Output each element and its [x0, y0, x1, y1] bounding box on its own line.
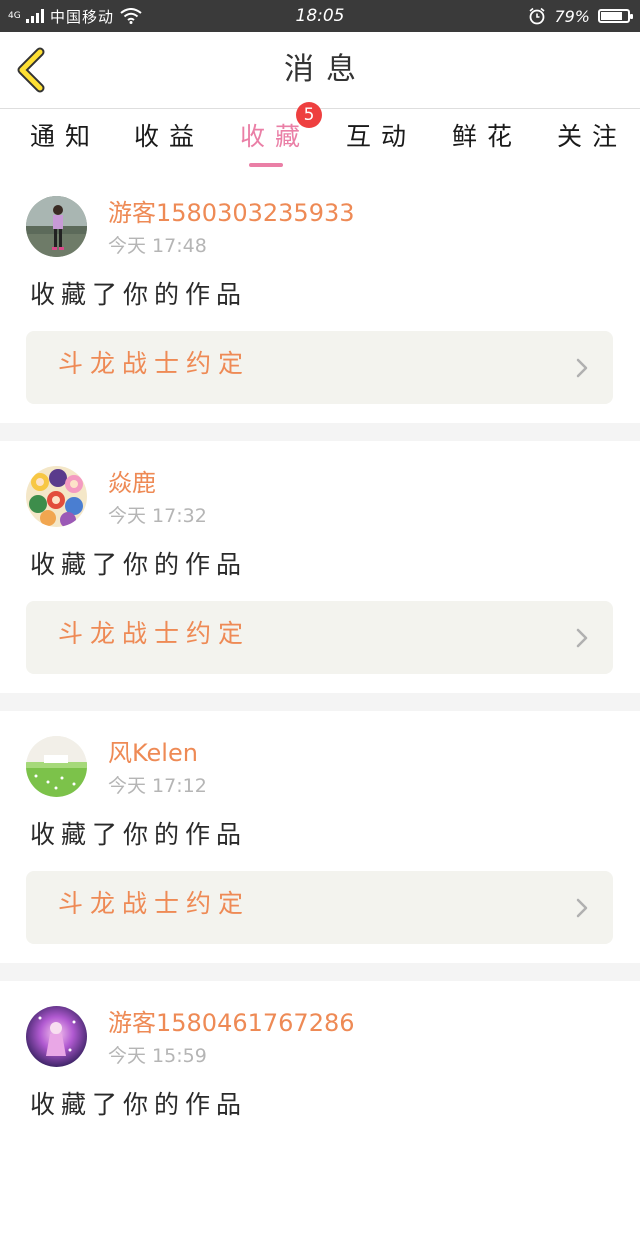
message-text: 收藏了你的作品 — [30, 820, 248, 849]
tab-earnings[interactable]: 收益 — [134, 117, 204, 157]
chevron-right-icon — [576, 358, 588, 378]
work-link-card[interactable]: 斗龙战士约定 — [26, 871, 613, 944]
work-title: 斗龙战士约定 — [58, 889, 251, 918]
alarm-clock-icon — [529, 7, 545, 25]
avatar[interactable] — [26, 196, 87, 257]
work-title: 斗龙战士约定 — [58, 619, 251, 648]
username[interactable]: 游客1580303235933 — [108, 193, 355, 228]
list-item: 焱鹿 今天 17:32 收藏了你的作品 斗龙战士约定 — [0, 441, 640, 693]
page-title: 消息 — [284, 52, 368, 87]
chevron-right-icon — [576, 898, 588, 918]
timestamp: 今天 17:32 — [108, 505, 207, 527]
divider — [0, 693, 640, 711]
status-bar-right: 79% — [528, 0, 633, 32]
tab-follows[interactable]: 关注 — [557, 117, 627, 157]
avatar[interactable] — [26, 736, 87, 797]
active-tab-indicator — [249, 163, 283, 167]
tab-interactions[interactable]: 互动 — [346, 117, 416, 157]
list-item: 游客1580303235933 今天 17:48 收藏了你的作品 斗龙战士约定 — [0, 171, 640, 423]
timestamp: 今天 17:12 — [108, 775, 207, 797]
chevron-right-icon — [576, 628, 588, 648]
username[interactable]: 焱鹿 — [108, 463, 156, 498]
status-bar: 4G 中国移动 18:05 79% — [0, 0, 640, 32]
list-item: 游客1580461767286 今天 15:59 收藏了你的作品 — [0, 981, 640, 1233]
message-text: 收藏了你的作品 — [30, 550, 248, 579]
battery-percent: 79% — [554, 6, 590, 26]
username[interactable]: 游客1580461767286 — [108, 1003, 355, 1038]
work-link-card[interactable]: 斗龙战士约定 — [26, 331, 613, 404]
top-nav-bar: 消息 — [0, 32, 640, 109]
list-item: 风Kelen 今天 17:12 收藏了你的作品 斗龙战士约定 — [0, 711, 640, 963]
favorites-badge: 5 — [296, 102, 322, 128]
work-title: 斗龙战士约定 — [58, 349, 251, 378]
username[interactable]: 风Kelen — [108, 733, 198, 768]
message-text: 收藏了你的作品 — [30, 280, 248, 309]
battery-icon — [598, 9, 633, 23]
timestamp: 今天 17:48 — [108, 235, 207, 257]
avatar[interactable] — [26, 466, 87, 527]
divider — [0, 423, 640, 441]
message-list: 游客1580303235933 今天 17:48 收藏了你的作品 斗龙战士约定 — [0, 171, 640, 1233]
message-text: 收藏了你的作品 — [30, 1090, 248, 1119]
battery-fill — [601, 12, 622, 20]
timestamp: 今天 15:59 — [108, 1045, 207, 1067]
work-link-card[interactable]: 斗龙战士约定 — [26, 601, 613, 674]
tab-notifications[interactable]: 通知 — [30, 117, 100, 157]
avatar[interactable] — [26, 1006, 87, 1067]
tab-flowers[interactable]: 鲜花 — [452, 117, 522, 157]
divider — [0, 963, 640, 981]
